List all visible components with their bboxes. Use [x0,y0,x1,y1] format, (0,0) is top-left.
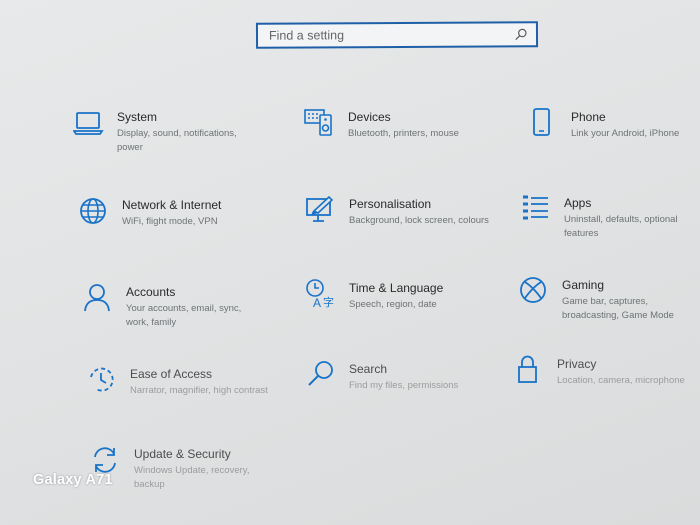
tile-title: Ease of Access [130,367,213,381]
tile-title: Privacy [557,357,597,371]
keyboard-speaker-icon [304,107,336,139]
tile-description: Link your Android, iPhone [571,128,680,139]
lock-icon [513,354,545,386]
phone-icon [527,107,559,139]
tile-description: Game bar, captures, broadcasting, Game M… [562,296,674,321]
tile-title: System [117,110,158,124]
tile-title: Devices [348,110,391,124]
search-input[interactable] [266,26,512,44]
globe-icon [78,195,110,227]
xbox-icon [518,275,550,307]
tile-title: Personalisation [349,197,432,211]
tile-description: Your accounts, email, sync, work, family [126,303,242,328]
tile-time-language[interactable]: A字 Time & Language Speech, region, date [305,278,489,312]
tile-system[interactable]: System Display, sound, notifications, po… [73,110,257,154]
tile-phone[interactable]: Phone Link your Android, iPhone [527,107,700,141]
tile-title: Time & Language [349,281,444,295]
laptop-icon [73,107,105,139]
tile-devices[interactable]: Devices Bluetooth, printers, mouse [304,107,488,141]
tile-title: Update & Security [134,447,231,461]
apps-list-icon [520,193,552,225]
tile-search[interactable]: Search Find my files, permissions [305,359,489,393]
tile-network-internet[interactable]: Network & Internet WiFi, flight mode, VP… [78,198,262,229]
svg-text:字: 字 [323,295,334,309]
tile-title: Search [349,362,388,376]
tile-description: Background, lock screen, colours [349,215,489,226]
tile-description: Speech, region, date [349,299,437,310]
tile-personalisation[interactable]: Personalisation Background, lock screen,… [305,194,489,228]
tile-description: Uninstall, defaults, optional features [564,214,678,239]
time-language-icon: A字 [305,278,337,310]
tile-title: Network & Internet [122,198,222,212]
camera-watermark: Galaxy A71 [33,472,113,488]
magnifier-icon [305,359,337,391]
tile-privacy[interactable]: Privacy Location, camera, microphone [513,354,697,388]
paint-brush-icon [305,194,337,226]
ease-of-access-icon [86,364,118,396]
tile-title: Apps [564,196,592,210]
person-icon [82,282,114,314]
tile-description: WiFi, flight mode, VPN [122,216,218,227]
tile-description: Location, camera, microphone [557,375,685,386]
tile-title: Accounts [126,285,176,299]
tile-apps[interactable]: Apps Uninstall, defaults, optional featu… [520,193,700,240]
tile-ease-of-access[interactable]: Ease of Access Narrator, magnifier, high… [86,367,270,398]
settings-search-box[interactable] [255,21,539,49]
search-icon[interactable] [514,27,528,41]
svg-text:A: A [313,296,321,310]
tile-title: Phone [571,110,606,124]
tile-description: Find my files, permissions [349,380,459,391]
tile-description: Windows Update, recovery, backup [134,465,250,490]
tile-title: Gaming [562,278,605,292]
tile-description: Bluetooth, printers, mouse [348,128,459,139]
tile-update-security[interactable]: Update & Security Windows Update, recove… [90,447,274,491]
tile-description: Display, sound, notifications, power [117,128,237,153]
tile-gaming[interactable]: Gaming Game bar, captures, broadcasting,… [518,275,700,322]
tile-description: Narrator, magnifier, high contrast [130,385,268,396]
tile-accounts[interactable]: Accounts Your accounts, email, sync, wor… [82,282,266,329]
